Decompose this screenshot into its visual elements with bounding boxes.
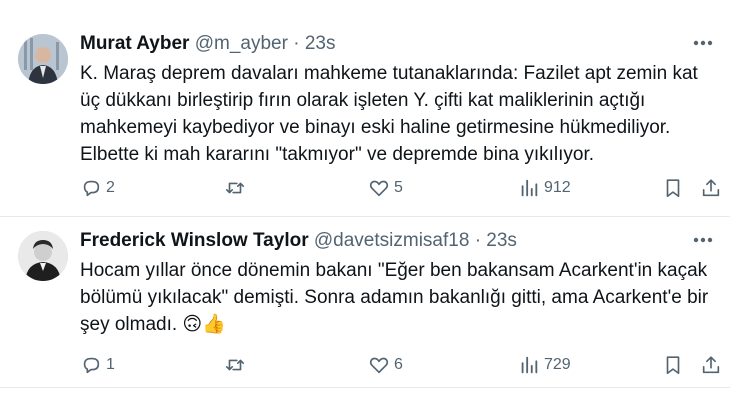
share-icon (702, 356, 720, 374)
bookmark-icon (666, 356, 680, 375)
avatar[interactable] (18, 231, 68, 281)
tweet-text: K. Maraş deprem davaları mahkeme tutanak… (80, 63, 698, 165)
reply-button[interactable]: 2 (80, 172, 115, 204)
share-button[interactable] (700, 172, 722, 204)
bookmark-button[interactable] (662, 172, 684, 204)
retweet-icon (225, 182, 245, 194)
tweet-card[interactable]: Murat Ayber @m_ayber · 23s K. Maraş depr… (0, 20, 730, 217)
retweet-button[interactable] (224, 172, 250, 204)
reply-count: 1 (106, 356, 115, 373)
author-name[interactable]: Frederick Winslow Taylor (80, 230, 309, 251)
like-count: 6 (394, 356, 403, 373)
bookmark-button[interactable] (662, 349, 684, 381)
like-button[interactable]: 5 (368, 172, 403, 204)
timestamp[interactable]: 23s (305, 33, 336, 54)
views-count: 729 (544, 356, 571, 373)
views-icon (521, 356, 538, 374)
timeline-feed: Murat Ayber @m_ayber · 23s K. Maraş depr… (0, 0, 730, 420)
like-button[interactable]: 6 (368, 349, 403, 381)
more-icon[interactable] (690, 229, 716, 251)
views-icon (521, 179, 538, 197)
tweet-actions: 2 5 912 (72, 172, 722, 204)
tweet-text: Hocam yıllar önce dönemin bakanı "Eğer b… (80, 260, 709, 335)
views-button[interactable]: 912 (518, 172, 571, 204)
views-count: 912 (544, 179, 571, 196)
timestamp[interactable]: 23s (486, 230, 517, 251)
separator-dot: · (293, 33, 300, 54)
tweet-header: Frederick Winslow Taylor @davetsizmisaf1… (80, 229, 670, 253)
author-handle[interactable]: @m_ayber (195, 33, 288, 54)
reply-icon (83, 180, 100, 197)
author-name[interactable]: Murat Ayber (80, 33, 189, 54)
share-icon (702, 179, 720, 197)
reply-icon (83, 357, 100, 374)
retweet-button[interactable] (224, 349, 250, 381)
reply-count: 2 (106, 179, 115, 196)
avatar[interactable] (18, 34, 68, 84)
views-button[interactable]: 729 (518, 349, 571, 381)
like-icon (369, 180, 389, 197)
retweet-icon (225, 359, 245, 371)
tweet-actions: 1 6 729 (72, 349, 722, 381)
like-icon (369, 357, 389, 374)
tweet-card[interactable]: Frederick Winslow Taylor @davetsizmisaf1… (0, 217, 730, 388)
like-count: 5 (394, 179, 403, 196)
more-icon[interactable] (690, 32, 716, 54)
author-handle[interactable]: @davetsizmisaf18 (314, 230, 470, 251)
share-button[interactable] (700, 349, 722, 381)
reply-button[interactable]: 1 (80, 349, 115, 381)
bookmark-icon (666, 179, 680, 198)
separator-dot: · (474, 230, 482, 251)
tweet-header: Murat Ayber @m_ayber · 23s (80, 32, 670, 56)
